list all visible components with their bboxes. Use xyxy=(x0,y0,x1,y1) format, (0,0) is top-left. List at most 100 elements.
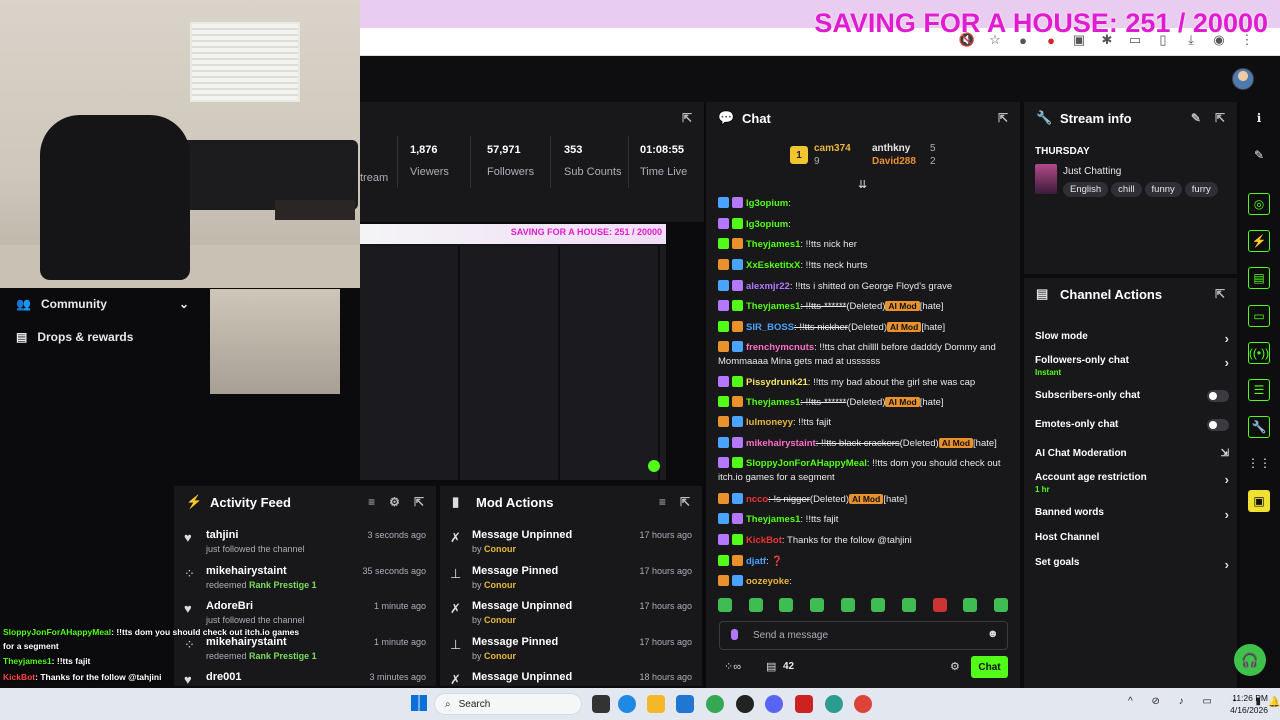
emote-icon[interactable] xyxy=(901,598,916,612)
set-goals-row[interactable]: Set goals › xyxy=(1035,557,1229,572)
file-explorer-icon[interactable] xyxy=(647,695,665,713)
popout-icon[interactable]: ⇱ xyxy=(414,495,424,509)
popout-icon[interactable]: ⇱ xyxy=(1215,111,1225,125)
filter-icon[interactable]: ≡ xyxy=(659,495,666,509)
help-button[interactable]: 🎧 xyxy=(1234,644,1266,676)
send-chat-button[interactable]: Chat xyxy=(971,656,1008,678)
emote-icon[interactable] xyxy=(871,598,886,612)
chat-username[interactable]: Theyjames1 xyxy=(746,301,800,312)
emote-icon[interactable] xyxy=(993,598,1008,612)
leader-name[interactable]: cam374 xyxy=(814,143,851,154)
edge-icon[interactable] xyxy=(618,695,636,713)
broadcast-icon[interactable]: ((•)) xyxy=(1248,342,1270,364)
leader-name[interactable]: David288 xyxy=(872,156,916,167)
wrench-icon[interactable]: 🔧 xyxy=(1248,416,1270,438)
chat-username[interactable]: Theyjames1 xyxy=(746,239,800,250)
scroll-down-icon[interactable]: ⇊ xyxy=(858,178,867,191)
mod-user[interactable]: Conour xyxy=(484,544,516,554)
emote-icon[interactable] xyxy=(809,598,824,612)
category-thumbnail[interactable] xyxy=(1035,164,1057,194)
popout-icon[interactable]: ⇱ xyxy=(1215,287,1225,301)
mic-icon[interactable] xyxy=(731,629,738,640)
chat-bubble-icon[interactable]: ▭ xyxy=(1248,305,1270,327)
mod-user[interactable]: Conour xyxy=(484,615,516,625)
mod-user[interactable]: Conour xyxy=(484,651,516,661)
windows-start-icon[interactable] xyxy=(411,695,427,711)
emote-icon[interactable] xyxy=(718,598,732,612)
discord-icon[interactable] xyxy=(765,695,783,713)
browser-icon[interactable] xyxy=(825,695,843,713)
ai-moderation-row[interactable]: AI Chat Moderation ⇲ xyxy=(1035,448,1229,459)
edit-icon[interactable]: ✎ xyxy=(1191,111,1201,125)
chat-username[interactable]: ncco xyxy=(746,494,768,505)
chat-username[interactable]: djatf xyxy=(746,556,766,567)
emote-icon[interactable] xyxy=(840,598,855,612)
acrobat-icon[interactable] xyxy=(795,695,813,713)
emotes-only-row[interactable]: Emotes-only chat xyxy=(1035,419,1229,431)
stream-preview[interactable]: SAVING FOR A HOUSE: 251 / 20000 xyxy=(360,224,666,480)
tag[interactable]: furry xyxy=(1184,182,1218,197)
chat-username[interactable]: oozeyoke xyxy=(746,576,789,587)
obs-icon[interactable] xyxy=(736,695,754,713)
sidebar-item-community[interactable]: 👥 Community ⌄ xyxy=(16,297,189,311)
popout-icon[interactable]: ⇱ xyxy=(680,495,690,509)
emoji-icon[interactable]: ☻ xyxy=(987,628,999,640)
mod-user[interactable]: Conour xyxy=(484,580,516,590)
chat-username[interactable]: SloppyJonForAHappyMeal xyxy=(746,458,867,469)
chrome-icon[interactable] xyxy=(854,695,872,713)
popout-icon[interactable]: ⇱ xyxy=(682,111,692,125)
chat-username[interactable]: Theyjames1 xyxy=(746,397,800,408)
chat-username[interactable]: Ig3opium xyxy=(746,219,788,230)
camera-icon[interactable]: ◎ xyxy=(1248,193,1270,215)
chat-username[interactable]: Pissydrunk21 xyxy=(746,377,808,388)
gear-icon[interactable]: ⚙ xyxy=(950,660,960,673)
pencil-icon[interactable]: ✎ xyxy=(1248,144,1270,166)
lightning-icon[interactable]: ⚡ xyxy=(1248,230,1270,252)
banned-words-row[interactable]: Banned words › xyxy=(1035,507,1229,522)
followers-only-row[interactable]: Followers-only chat Instant › xyxy=(1035,355,1229,377)
subscribers-only-row[interactable]: Subscribers-only chat xyxy=(1035,390,1229,402)
emote-icon[interactable] xyxy=(779,598,794,612)
chat-username[interactable]: mikehairystaint xyxy=(746,438,816,449)
layout-icon[interactable]: ☰ xyxy=(1248,379,1270,401)
info-icon[interactable]: ℹ xyxy=(1248,107,1270,129)
grid-icon[interactable]: ⋮⋮ xyxy=(1247,452,1271,474)
host-channel-row[interactable]: Host Channel xyxy=(1035,532,1229,543)
emote-icon[interactable] xyxy=(963,598,978,612)
chat-username[interactable]: lulmoneyy xyxy=(746,417,793,428)
settings-icon[interactable]: ⚙ xyxy=(389,495,400,509)
chat-username[interactable]: Theyjames1 xyxy=(746,514,800,525)
emote-icon[interactable] xyxy=(932,598,947,612)
filter-icon[interactable]: ≡ xyxy=(368,495,375,509)
taskbar-clock[interactable]: 11:26 PM 4/16/2026 xyxy=(1230,692,1268,716)
taskbar-search[interactable]: ⌕ Search xyxy=(434,693,582,715)
sidebar-item-drops[interactable]: ▤ Drops & rewards xyxy=(16,330,133,344)
chest-icon[interactable]: ▤ xyxy=(766,660,776,673)
tag[interactable]: chill xyxy=(1111,182,1142,197)
task-view-icon[interactable] xyxy=(592,695,610,713)
panel-title: Mod Actions xyxy=(476,494,554,510)
slow-mode-row[interactable]: Slow mode › xyxy=(1035,331,1229,346)
popout-icon[interactable]: ⇱ xyxy=(998,111,1008,125)
chat-username[interactable]: XxEsketitxX xyxy=(746,260,800,271)
tag[interactable]: funny xyxy=(1144,182,1182,197)
tag[interactable]: English xyxy=(1063,182,1109,197)
store-icon[interactable] xyxy=(676,695,694,713)
account-age-row[interactable]: Account age restriction 1 hr › xyxy=(1035,472,1229,494)
avatar[interactable] xyxy=(1232,68,1254,90)
clipboard-icon[interactable]: ▤ xyxy=(1248,267,1270,289)
chat-username[interactable]: KickBot xyxy=(746,535,782,546)
sticker-icon[interactable]: ▣ xyxy=(1248,490,1270,512)
chat-username[interactable]: SIR_BOSS xyxy=(746,322,794,333)
chat-username[interactable]: Ig3opium xyxy=(746,198,788,209)
toggle-switch[interactable] xyxy=(1207,390,1229,402)
emote-icon[interactable] xyxy=(748,598,763,612)
points-icon[interactable]: ⁘∞ xyxy=(724,660,741,673)
chat-username[interactable]: alexmjr22 xyxy=(746,281,790,292)
chrome-icon[interactable] xyxy=(706,695,724,713)
notification-icon[interactable]: 🔔 xyxy=(1268,697,1280,708)
chat-username[interactable]: frenchymcnuts xyxy=(746,342,814,353)
leader-name[interactable]: anthkny xyxy=(872,143,910,154)
category-name[interactable]: Just Chatting xyxy=(1063,166,1221,177)
toggle-switch[interactable] xyxy=(1207,419,1229,431)
